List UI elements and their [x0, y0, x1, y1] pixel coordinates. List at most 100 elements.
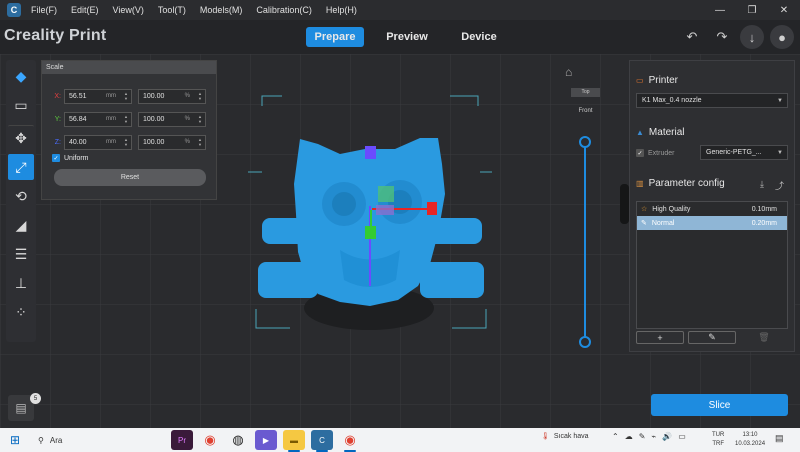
import-icon[interactable]: ⤓: [760, 179, 764, 190]
download-icon[interactable]: ↓: [740, 25, 764, 49]
scale-icon[interactable]: ⤢: [8, 154, 34, 180]
preset-high-quality[interactable]: ☆ High Quality 0.10mm: [637, 202, 787, 216]
parameter-config-title: Parameter config: [648, 178, 725, 189]
list-icon[interactable]: ☰: [8, 241, 34, 267]
size-y-input[interactable]: 56.84 mm ▲ ▼: [64, 111, 132, 127]
notification-icon[interactable]: ▤: [775, 433, 784, 444]
scale-row-z: Z: 40.00 mm ▲ ▼ 100.00% ▲ ▼: [42, 134, 206, 150]
menu-help[interactable]: Help(H): [326, 5, 357, 15]
tab-device[interactable]: Device: [450, 27, 508, 47]
edit-icon[interactable]: ✎: [688, 331, 736, 344]
minimize-icon[interactable]: —: [704, 0, 736, 20]
axis-x-label: X:: [54, 92, 61, 100]
checkmark-icon: ✓: [52, 154, 60, 162]
obs-app-icon[interactable]: ◍: [227, 430, 249, 450]
system-tray: ⌃ ☁ ✎ ⌁ 🔊 ▭: [612, 432, 692, 441]
redo-icon[interactable]: ↷: [710, 25, 734, 49]
material-select[interactable]: Generic-PETG_... ▼: [700, 145, 788, 160]
search-placeholder: Ara: [49, 435, 63, 445]
printer-icon: ▭: [636, 76, 644, 85]
creality-app-icon[interactable]: C: [311, 430, 333, 452]
undo-icon[interactable]: ↶: [680, 25, 704, 49]
chrome-app-icon[interactable]: ◉: [199, 430, 221, 450]
chrome-profile-app-icon[interactable]: ◉: [339, 430, 361, 452]
view-top-label[interactable]: Top: [571, 88, 600, 97]
taskbar-clock[interactable]: 13:10 10.03.2024: [735, 431, 765, 449]
taskbar-search[interactable]: ⚲ Ara: [30, 428, 168, 452]
premiere-app-icon[interactable]: Pr: [171, 430, 193, 450]
material-icon: ▲: [636, 128, 644, 137]
left-tool-bar: ◆ ▭ ✥ ⤢ ⟲ ◢ ☰ ⊥ ⁘: [6, 60, 36, 342]
network-icon[interactable]: ⌁: [651, 432, 656, 441]
cloud-icon[interactable]: ☁: [625, 432, 633, 441]
view-slider-handle-top: [579, 136, 591, 148]
menu-tool[interactable]: Tool(T): [158, 5, 186, 15]
move-icon[interactable]: ✥: [8, 125, 34, 151]
home-view-icon[interactable]: ⌂: [565, 65, 572, 79]
chevron-down-icon: ▼: [777, 149, 783, 156]
preset-normal[interactable]: ✎ Normal 0.20mm: [637, 216, 787, 230]
clock-date: 10.03.2024: [735, 441, 766, 447]
pin-icon: ✎: [641, 220, 647, 227]
menu-view[interactable]: View(V): [113, 5, 144, 15]
uniform-checkbox[interactable]: ✓ Uniform: [52, 154, 89, 162]
clock-time: 13:10: [742, 432, 758, 438]
menu-models[interactable]: Models(M): [200, 5, 243, 15]
export-icon[interactable]: ⤴: [775, 179, 784, 192]
parameter-config-section: ▥ Parameter config: [636, 178, 725, 189]
tab-prepare[interactable]: Prepare: [306, 27, 364, 47]
arrange-icon[interactable]: ⁘: [8, 299, 34, 325]
lay-flat-icon[interactable]: ◢: [8, 212, 34, 238]
clipchamp-app-icon[interactable]: ▶: [255, 430, 277, 450]
add-preset-button[interactable]: +: [636, 331, 684, 344]
menu-bar: C File(F) Edit(E) View(V) Tool(T) Models…: [0, 0, 800, 20]
language-indicator[interactable]: TUR TRF: [712, 431, 724, 449]
size-x-input[interactable]: 56.51 mm ▲ ▼: [64, 88, 132, 104]
restore-icon[interactable]: ❐: [736, 0, 768, 20]
rotate-icon[interactable]: ⟲: [8, 183, 34, 209]
printer-select[interactable]: K1 Max_0.4 nozzle ▼: [636, 93, 788, 108]
percent-x-input[interactable]: 100.00% ▲ ▼: [138, 88, 206, 104]
axis-y-label: Y:: [54, 115, 61, 123]
chevron-up-icon[interactable]: ⌃: [612, 432, 619, 441]
pen-icon[interactable]: ✎: [639, 432, 646, 441]
percent-z-input[interactable]: 100.00% ▲ ▼: [138, 134, 206, 150]
menu-file[interactable]: File(F): [31, 5, 57, 15]
trash-icon[interactable]: 🗑: [740, 331, 788, 344]
menu-calibration[interactable]: Calibration(C): [256, 5, 312, 15]
weather-widget[interactable]: 🌡 Sıcak hava: [541, 432, 589, 441]
cube-icon[interactable]: ◆: [8, 64, 34, 90]
menu-edit[interactable]: Edit(E): [71, 5, 99, 15]
right-settings-panel: ▭ Printer K1 Max_0.4 nozzle ▼ ▲ Material …: [629, 60, 795, 352]
reset-button[interactable]: Reset: [54, 169, 206, 186]
windows-start-icon[interactable]: ⊞: [0, 428, 30, 452]
file-count-badge: 5: [30, 393, 41, 404]
close-icon[interactable]: ✕: [768, 0, 800, 20]
support-icon[interactable]: ⊥: [8, 270, 34, 296]
size-z-input[interactable]: 40.00 mm ▲ ▼: [64, 134, 132, 150]
view-front-label[interactable]: Front: [571, 108, 600, 114]
creality-logo-icon: C: [7, 3, 21, 17]
star-icon: ☆: [641, 206, 648, 213]
file-explorer-app-icon[interactable]: ▬: [283, 430, 305, 452]
extruder-checkbox[interactable]: ✓ Extruder: [636, 149, 674, 157]
volume-icon[interactable]: 🔊: [662, 432, 672, 441]
material-title: Material: [648, 127, 685, 138]
thermometer-icon: 🌡: [541, 433, 550, 440]
percent-y-input[interactable]: 100.00% ▲ ▼: [138, 111, 206, 127]
parameter-icon: ▥: [636, 179, 644, 188]
scale-panel-title: Scale: [42, 61, 216, 74]
scale-row-x: X: 56.51 mm ▲ ▼ 100.00% ▲ ▼: [42, 88, 206, 104]
view-slider-handle-bottom: [579, 336, 591, 348]
material-section: ▲ Material: [636, 127, 685, 138]
checkmark-icon: ✓: [636, 149, 644, 157]
open-folder-icon[interactable]: ▭: [8, 93, 34, 119]
scale-panel: Scale X: 56.51 mm ▲ ▼ 100.00% ▲ ▼ Y: 56.84 mm ▲…: [41, 60, 217, 200]
tab-preview[interactable]: Preview: [378, 27, 436, 47]
battery-icon[interactable]: ▭: [678, 432, 686, 441]
preset-list: ☆ High Quality 0.10mm ✎ Normal 0.20mm: [636, 201, 788, 329]
slice-button[interactable]: Slice: [651, 394, 788, 416]
printer-section: ▭ Printer: [636, 75, 678, 86]
account-icon[interactable]: ●: [770, 25, 794, 49]
axis-z-label: Z:: [54, 138, 61, 146]
